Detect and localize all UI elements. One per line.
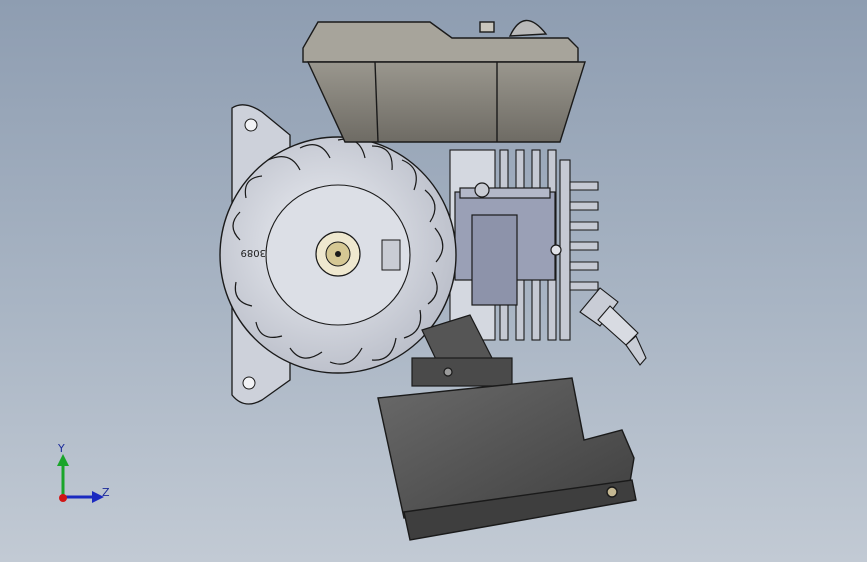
flywheel: 3089	[219, 136, 457, 374]
x-axis-point	[59, 494, 67, 502]
air-filter	[377, 377, 637, 541]
axis-triad: Y Z	[57, 442, 110, 503]
cad-viewport[interactable]: 3089 Y Z	[0, 0, 867, 562]
flywheel-label: 3089	[241, 247, 266, 258]
fuel-tank	[302, 19, 586, 143]
z-axis-label: Z	[102, 486, 110, 499]
spark-plug	[579, 287, 647, 366]
y-axis-arrow	[57, 454, 69, 466]
y-axis-label: Y	[57, 442, 65, 455]
